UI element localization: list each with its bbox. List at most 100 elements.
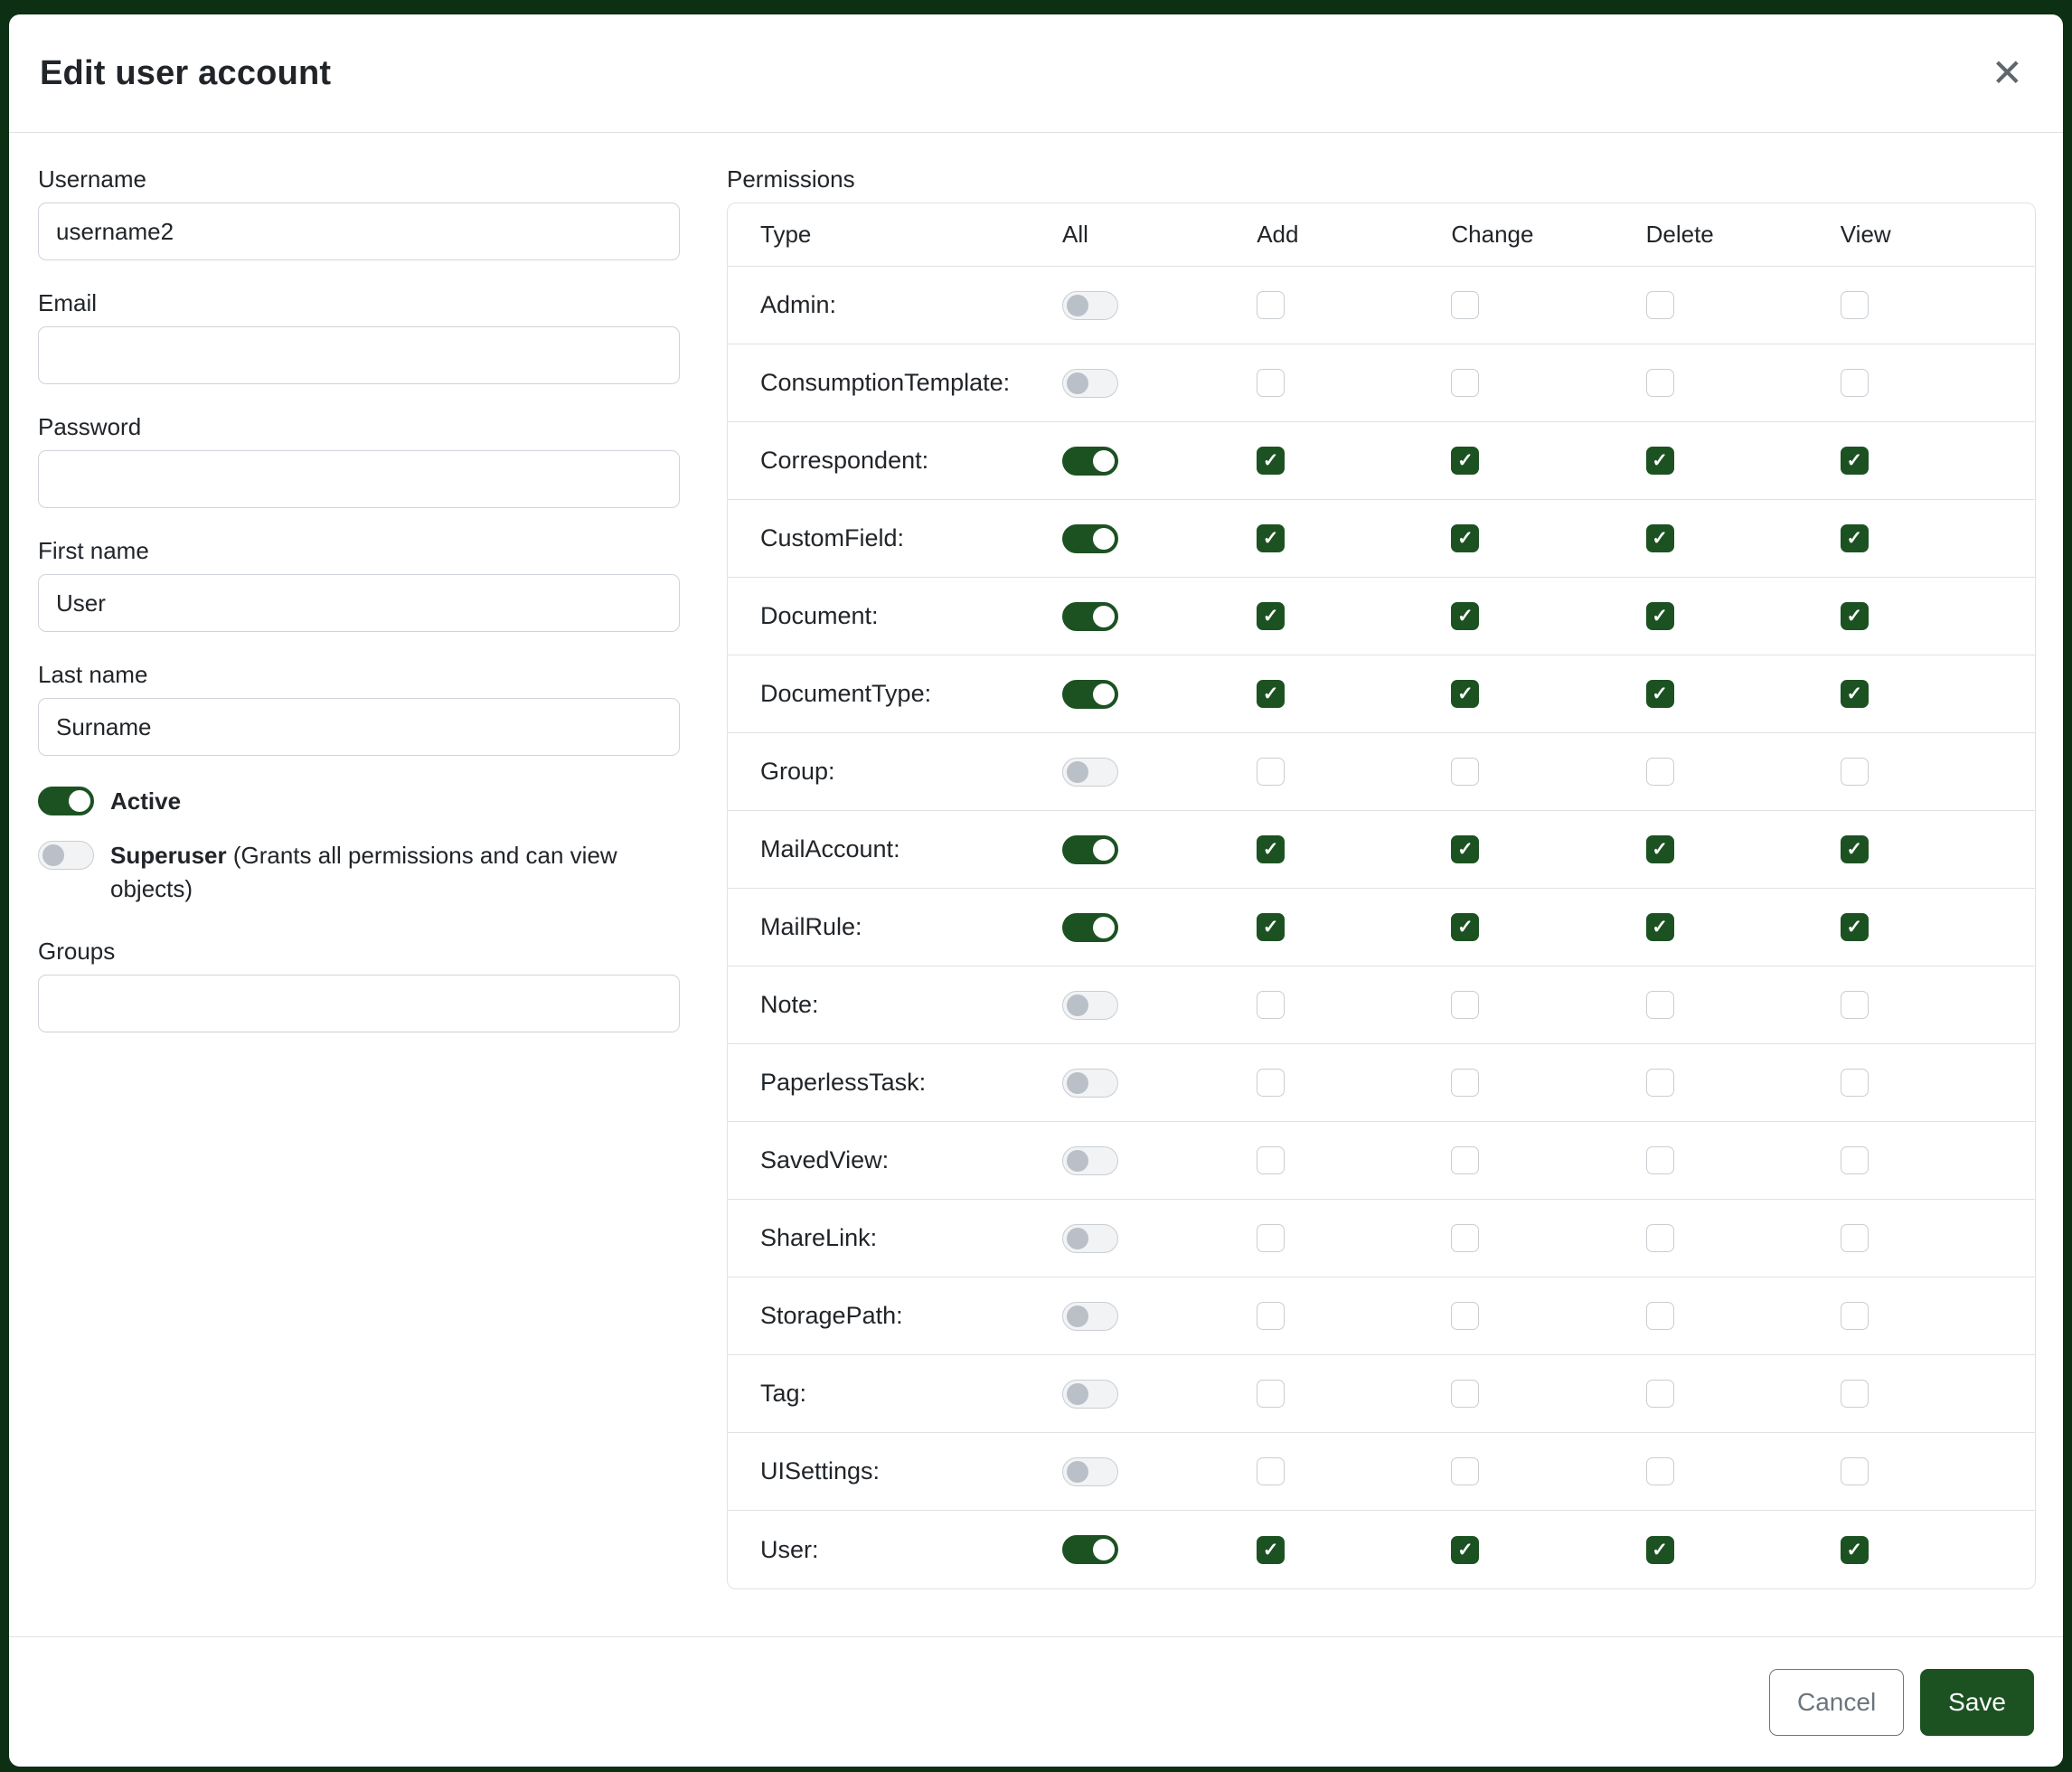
permission-view-checkbox[interactable] [1841, 369, 1869, 397]
permission-change-checkbox[interactable] [1451, 1302, 1479, 1330]
permission-all-toggle[interactable] [1062, 913, 1118, 942]
close-icon[interactable]: ✕ [1983, 49, 2032, 98]
username-input[interactable] [38, 203, 680, 260]
permission-view-checkbox[interactable]: ✓ [1841, 680, 1869, 708]
active-toggle[interactable] [38, 787, 94, 815]
permission-add-checkbox[interactable] [1257, 1302, 1285, 1330]
permission-view-checkbox[interactable] [1841, 1457, 1869, 1485]
first-name-input[interactable] [38, 574, 680, 632]
permission-change-checkbox[interactable] [1451, 1224, 1479, 1252]
permission-view-checkbox[interactable]: ✓ [1841, 524, 1869, 552]
permission-all-toggle[interactable] [1062, 1069, 1118, 1098]
permission-change-checkbox[interactable] [1451, 1457, 1479, 1485]
permission-all-toggle[interactable] [1062, 524, 1118, 553]
permission-view-checkbox[interactable]: ✓ [1841, 447, 1869, 475]
permission-add-checkbox[interactable]: ✓ [1257, 835, 1285, 863]
permission-all-toggle[interactable] [1062, 758, 1118, 787]
permission-add-checkbox[interactable]: ✓ [1257, 447, 1285, 475]
permission-all-toggle[interactable] [1062, 1302, 1118, 1331]
permission-all-toggle[interactable] [1062, 835, 1118, 864]
permission-delete-checkbox[interactable] [1646, 1380, 1674, 1408]
permission-change-checkbox[interactable] [1451, 1069, 1479, 1097]
permission-add-checkbox[interactable] [1257, 1146, 1285, 1174]
permission-change-checkbox[interactable] [1451, 369, 1479, 397]
permission-delete-checkbox[interactable] [1646, 369, 1674, 397]
permission-all-toggle[interactable] [1062, 602, 1118, 631]
permission-view-checkbox[interactable]: ✓ [1841, 835, 1869, 863]
permission-all-toggle[interactable] [1062, 1146, 1118, 1175]
email-input[interactable] [38, 326, 680, 384]
permission-delete-checkbox[interactable]: ✓ [1646, 835, 1674, 863]
permission-add-checkbox[interactable] [1257, 1457, 1285, 1485]
permission-add-checkbox[interactable]: ✓ [1257, 680, 1285, 708]
permission-change-checkbox[interactable] [1451, 991, 1479, 1019]
permission-add-checkbox[interactable] [1257, 1069, 1285, 1097]
permission-view-checkbox[interactable]: ✓ [1841, 913, 1869, 941]
permission-add-checkbox[interactable] [1257, 1224, 1285, 1252]
permission-delete-checkbox[interactable] [1646, 1224, 1674, 1252]
permission-row: Document: ✓ ✓ ✓ ✓ [728, 578, 2035, 655]
permission-delete-checkbox[interactable]: ✓ [1646, 447, 1674, 475]
permission-view-checkbox[interactable] [1841, 1069, 1869, 1097]
permission-row: Correspondent: ✓ ✓ ✓ ✓ [728, 422, 2035, 500]
permission-add-checkbox[interactable]: ✓ [1257, 602, 1285, 630]
permissions-table-header: Type All Add Change Delete View [728, 203, 2035, 267]
permission-view-checkbox[interactable] [1841, 1380, 1869, 1408]
permission-delete-checkbox[interactable] [1646, 1069, 1674, 1097]
permission-all-toggle[interactable] [1062, 1380, 1118, 1409]
permission-delete-checkbox[interactable] [1646, 291, 1674, 319]
permission-add-checkbox[interactable]: ✓ [1257, 1536, 1285, 1564]
permission-add-checkbox[interactable] [1257, 369, 1285, 397]
permission-change-checkbox[interactable] [1451, 291, 1479, 319]
permission-add-checkbox[interactable] [1257, 758, 1285, 786]
permission-delete-checkbox[interactable]: ✓ [1646, 602, 1674, 630]
permission-all-toggle[interactable] [1062, 1457, 1118, 1486]
permission-delete-checkbox[interactable] [1646, 1457, 1674, 1485]
groups-select[interactable] [38, 975, 680, 1032]
permission-all-toggle[interactable] [1062, 369, 1118, 398]
permission-change-checkbox[interactable]: ✓ [1451, 835, 1479, 863]
permission-delete-checkbox[interactable]: ✓ [1646, 1536, 1674, 1564]
permission-delete-checkbox[interactable] [1646, 1302, 1674, 1330]
permission-delete-checkbox[interactable]: ✓ [1646, 913, 1674, 941]
permission-change-checkbox[interactable] [1451, 1146, 1479, 1174]
permission-delete-checkbox[interactable] [1646, 758, 1674, 786]
permission-delete-checkbox[interactable]: ✓ [1646, 524, 1674, 552]
permission-add-checkbox[interactable] [1257, 1380, 1285, 1408]
permission-add-checkbox[interactable] [1257, 291, 1285, 319]
permission-all-toggle[interactable] [1062, 991, 1118, 1020]
permission-all-toggle[interactable] [1062, 680, 1118, 709]
permission-all-toggle[interactable] [1062, 1224, 1118, 1253]
permission-all-toggle[interactable] [1062, 1535, 1118, 1564]
last-name-input[interactable] [38, 698, 680, 756]
permission-view-checkbox[interactable]: ✓ [1841, 602, 1869, 630]
permission-delete-checkbox[interactable] [1646, 991, 1674, 1019]
active-label: Active [110, 787, 181, 815]
permission-change-checkbox[interactable]: ✓ [1451, 524, 1479, 552]
permission-view-checkbox[interactable] [1841, 291, 1869, 319]
permission-change-checkbox[interactable] [1451, 1380, 1479, 1408]
permission-change-checkbox[interactable] [1451, 758, 1479, 786]
permission-add-checkbox[interactable]: ✓ [1257, 913, 1285, 941]
permission-view-checkbox[interactable] [1841, 1224, 1869, 1252]
permission-delete-checkbox[interactable] [1646, 1146, 1674, 1174]
permission-change-checkbox[interactable]: ✓ [1451, 913, 1479, 941]
permission-view-checkbox[interactable] [1841, 758, 1869, 786]
permission-view-checkbox[interactable] [1841, 1302, 1869, 1330]
permission-change-checkbox[interactable]: ✓ [1451, 602, 1479, 630]
permission-view-checkbox[interactable] [1841, 991, 1869, 1019]
password-input[interactable] [38, 450, 680, 508]
permission-all-toggle[interactable] [1062, 291, 1118, 320]
permission-all-toggle[interactable] [1062, 447, 1118, 476]
permission-view-checkbox[interactable]: ✓ [1841, 1536, 1869, 1564]
save-button[interactable]: Save [1920, 1669, 2034, 1736]
superuser-toggle[interactable] [38, 841, 94, 870]
cancel-button[interactable]: Cancel [1769, 1669, 1904, 1736]
permission-view-checkbox[interactable] [1841, 1146, 1869, 1174]
permission-add-checkbox[interactable]: ✓ [1257, 524, 1285, 552]
permission-change-checkbox[interactable]: ✓ [1451, 447, 1479, 475]
permission-add-checkbox[interactable] [1257, 991, 1285, 1019]
permission-change-checkbox[interactable]: ✓ [1451, 1536, 1479, 1564]
permission-change-checkbox[interactable]: ✓ [1451, 680, 1479, 708]
permission-delete-checkbox[interactable]: ✓ [1646, 680, 1674, 708]
